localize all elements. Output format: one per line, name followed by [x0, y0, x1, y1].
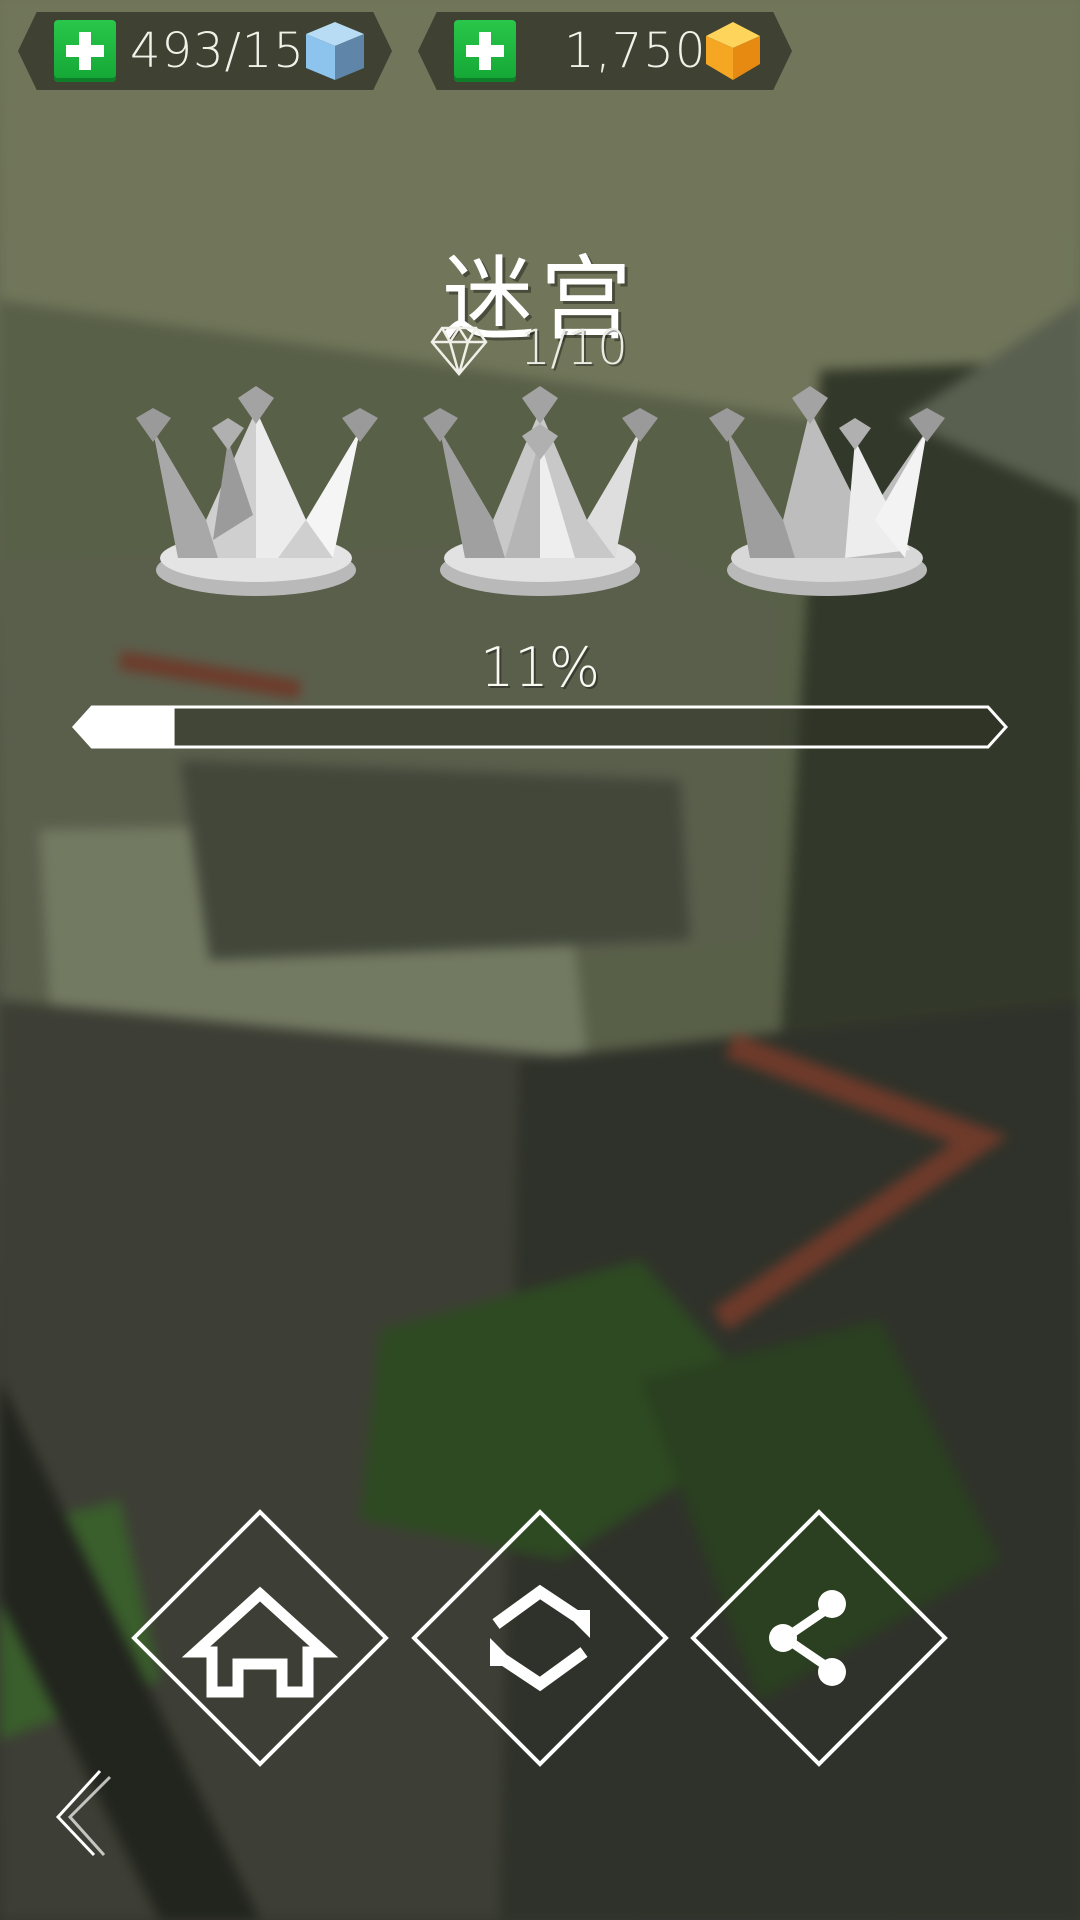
energy-value: 493/15: [130, 23, 305, 79]
gold-gem-icon: [700, 18, 766, 84]
gems-collected: 1/10: [430, 320, 670, 380]
plus-icon: [466, 32, 504, 70]
restart-icon: [492, 1584, 588, 1692]
add-coins-button[interactable]: [454, 20, 516, 82]
share-icon: [769, 1590, 846, 1686]
progress-fill: [74, 707, 175, 747]
back-chevron-icon: [55, 1769, 112, 1857]
home-icon: [181, 1586, 339, 1698]
blue-cube-icon: [302, 18, 368, 84]
progress-bar: [70, 704, 1010, 750]
crown-icon: [128, 380, 378, 605]
plus-icon: [66, 32, 104, 70]
home-button[interactable]: [128, 1506, 392, 1770]
coin-counter: 1,750: [418, 12, 792, 90]
share-button[interactable]: [687, 1506, 951, 1770]
back-button[interactable]: [50, 1765, 120, 1860]
crown-icon: [705, 380, 955, 605]
crown-icon: [415, 380, 665, 605]
gem-count: 1/10: [520, 320, 628, 376]
diamond-outline-icon: [430, 326, 488, 376]
energy-counter: 493/15: [18, 12, 392, 90]
add-energy-button[interactable]: [54, 20, 116, 82]
restart-button[interactable]: [408, 1506, 672, 1770]
progress-percent: 11%: [479, 636, 601, 699]
coin-value: 1,750: [564, 23, 707, 79]
